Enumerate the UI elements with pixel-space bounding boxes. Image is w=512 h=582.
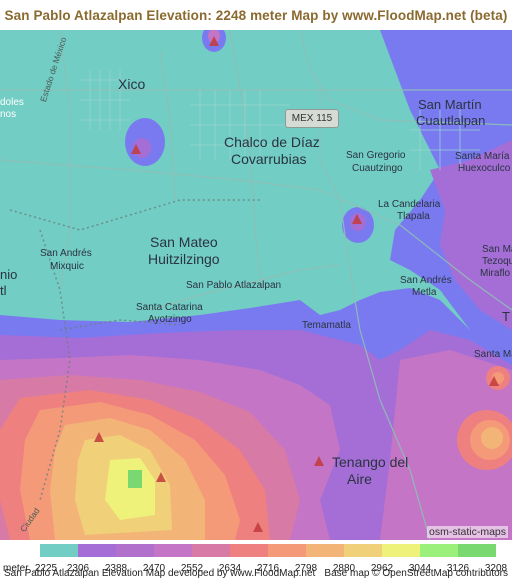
- legend-swatch: [230, 544, 268, 557]
- place-san-andres-mixquic-line1: San Andrés: [40, 248, 92, 259]
- place-santa-catarina-line2: Ayotzingo: [148, 314, 192, 325]
- place-chalco-line2: Covarrubias: [231, 151, 307, 167]
- legend-swatch: [382, 544, 420, 557]
- place-san-martin-line1: San Martín: [418, 97, 482, 112]
- tile-attribution: osm-static-maps: [426, 526, 508, 538]
- place-tenango-line2: Aire: [347, 471, 372, 487]
- place-san-martin-line2: Cuautlalpan: [416, 113, 486, 128]
- place-edge-nio: nio: [0, 267, 18, 282]
- place-santa-catarina-line1: Santa Catarina: [136, 302, 203, 313]
- legend-swatch: [40, 544, 78, 557]
- footer-osm-credit[interactable]: Base map © OpenStreetMap contributors: [324, 568, 508, 579]
- legend-swatch: [306, 544, 344, 557]
- elevation-legend: 2225 2306 2388 2470 2552 2634 2716 2798 2880 2962…: [0, 543, 512, 574]
- place-san-gregorio-line1: San Gregorio: [346, 150, 406, 161]
- legend-swatch: [344, 544, 382, 557]
- place-xico: Xico: [118, 76, 146, 92]
- legend-swatch: [116, 544, 154, 557]
- place-edge-tl: tl: [0, 283, 7, 298]
- legend-swatch: [268, 544, 306, 557]
- place-san-andres-mixquic-line2: Mixquic: [50, 261, 84, 272]
- place-edge-nos: nos: [0, 109, 17, 120]
- place-san-mateo-line2: Huitzilzingo: [148, 251, 220, 267]
- place-edge-tezoqu: Tezoqu: [482, 256, 512, 267]
- legend-swatch: [78, 544, 116, 557]
- place-santa-maria-line1: Santa María: [455, 151, 510, 162]
- place-la-candelaria-line2: Tlapala: [397, 211, 430, 222]
- place-la-candelaria-line1: La Candelaria: [378, 199, 441, 210]
- elevation-map[interactable]: MEX 115 Estado de México Xico Chalco de …: [0, 30, 512, 540]
- place-san-andres-metla-line2: Metla: [412, 287, 437, 298]
- place-san-gregorio-line2: Cuautzingo: [352, 163, 403, 174]
- place-tenango-line1: Tenango del: [332, 454, 409, 470]
- place-edge-t: T: [502, 309, 510, 324]
- legend-swatch: [192, 544, 230, 557]
- place-edge-san-ma: San Ma: [482, 244, 512, 255]
- place-temamatla: Temamatla: [302, 320, 351, 331]
- place-edge-miraflo: Miraflo: [480, 268, 511, 279]
- place-chalco-line1: Chalco de Díaz: [224, 134, 320, 150]
- legend-swatch: [458, 544, 496, 557]
- highway-shield: MEX 115: [285, 109, 339, 128]
- map-title: San Pablo Atlazalpan Elevation: 2248 met…: [4, 7, 508, 23]
- place-edge-doles: doles: [0, 97, 24, 108]
- place-santa-maria-line2: Huexoculco: [458, 163, 511, 174]
- legend-swatch: [154, 544, 192, 557]
- place-edge-santa-ma: Santa Ma: [474, 349, 512, 360]
- legend-swatch: [420, 544, 458, 557]
- footer: San Pablo Atlazalpan Elevation Map devel…: [0, 568, 512, 582]
- place-san-pablo: San Pablo Atlazalpan: [186, 280, 282, 291]
- footer-credit: San Pablo Atlazalpan Elevation Map devel…: [4, 568, 316, 579]
- place-san-andres-metla-line1: San Andrés: [400, 275, 452, 286]
- place-san-mateo-line1: San Mateo: [150, 234, 218, 250]
